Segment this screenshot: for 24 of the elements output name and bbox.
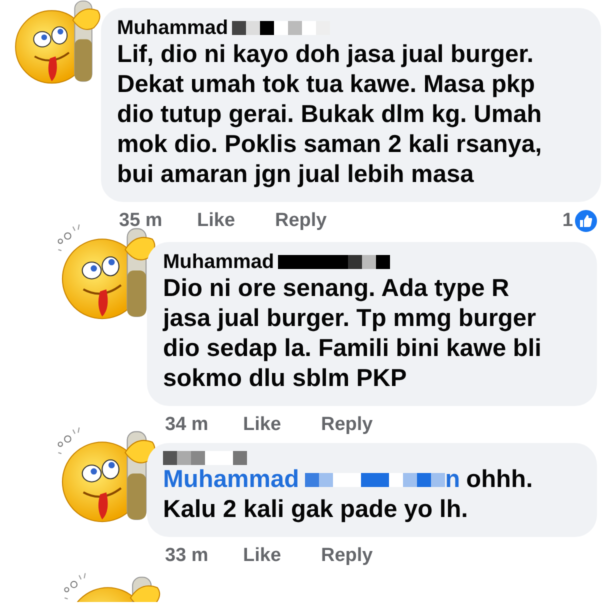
comment-text: mok dio. Poklis saman 2 kali rsanya, <box>117 130 543 160</box>
like-reaction-icon <box>573 208 599 234</box>
comment-text: Lif, dio ni kayo doh jasa jual burger. <box>117 40 535 70</box>
reaction-count: 1 <box>562 209 573 233</box>
comment-text: dio tutup gerai. Bukak dlm kg. Umah <box>117 100 543 130</box>
comment-text: Dio ni ore senang. Ada type R <box>163 274 510 304</box>
author-name: Muhammad <box>163 250 274 274</box>
comment-text: sokmo dlu sblm PKP <box>163 364 408 394</box>
comment-text: Dekat umah tok tua kawe. Masa pkp <box>117 70 536 100</box>
comment-text: jasa jual burger. Tp mmg burger <box>163 304 538 334</box>
reply-link[interactable]: Reply <box>321 542 373 570</box>
comment-text: dio sedap la. Famili bini kawe bli <box>163 334 542 364</box>
like-link[interactable]: Like <box>197 207 275 236</box>
like-link[interactable]: Like <box>243 410 321 439</box>
comment-text: Kalu 2 kali gak pade yo lh. <box>163 495 469 525</box>
comment-time: 34 m <box>165 412 210 436</box>
author-name: Muhammad <box>117 16 228 40</box>
comment-time: 35 m <box>119 209 164 233</box>
reply-link[interactable]: Reply <box>275 207 327 236</box>
reply-link[interactable]: Reply <box>321 410 373 439</box>
comment-time: 33 m <box>165 544 210 568</box>
comment-text: bui amaran jgn jual lebih masa <box>117 160 475 190</box>
like-link[interactable]: Like <box>243 542 321 570</box>
comment-text: ohhh. <box>466 465 533 495</box>
